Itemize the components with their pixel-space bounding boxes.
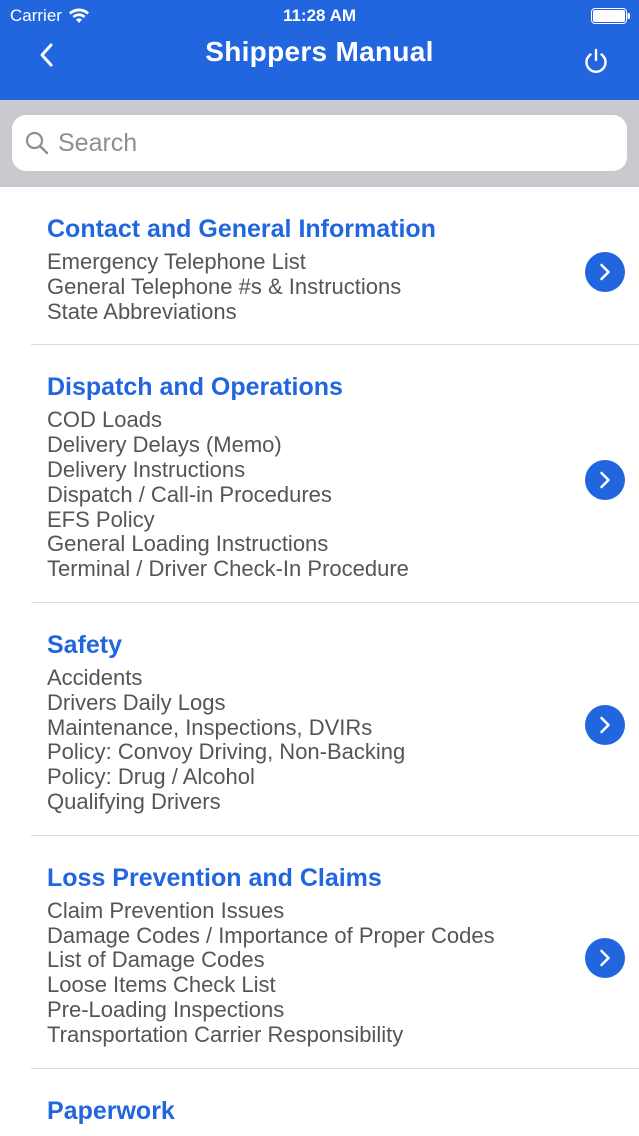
list-item: General Telephone #s & Instructions (47, 273, 402, 299)
list-item: List of Damage Codes (47, 947, 265, 973)
list-item: Loose Items Check List (47, 972, 276, 998)
list-item: Pre-Loading Inspections (47, 996, 285, 1022)
power-button[interactable] (579, 44, 613, 78)
section-contact-general-information[interactable]: Contact and General Information Emergenc… (31, 187, 639, 346)
search-input[interactable] (58, 128, 598, 158)
list-item: Transportation Carrier Responsibility (47, 1021, 404, 1047)
section-dispatch-operations[interactable]: Dispatch and Operations COD Loads Delive… (31, 345, 639, 603)
section-title: Safety (47, 630, 123, 659)
list-item: Qualifying Drivers (47, 788, 221, 814)
section-loss-prevention-claims[interactable]: Loss Prevention and Claims Claim Prevent… (31, 836, 639, 1069)
section-title: Dispatch and Operations (47, 373, 343, 402)
section-safety[interactable]: Safety Accidents Drivers Daily Logs Main… (31, 603, 639, 836)
list-item: Policy: Convoy Driving, Non-Backing (47, 739, 406, 765)
battery-icon (591, 8, 630, 24)
status-bar: Carrier 11:28 AM (0, 0, 639, 34)
list-item: Maintenance, Inspections, DVIRs (47, 714, 373, 740)
list-item: EFS Policy (47, 506, 155, 532)
list-item: Drivers Daily Logs (47, 689, 226, 715)
open-section-button[interactable] (585, 937, 625, 978)
manual-section-list: Contact and General Information Emergenc… (0, 187, 639, 1136)
list-item: Claim Prevention Issues (47, 897, 285, 923)
search-box[interactable] (12, 115, 627, 171)
section-title: Contact and General Information (47, 215, 436, 243)
list-item: COD Loads (47, 407, 162, 433)
list-item: General Loading Instructions (47, 531, 329, 557)
list-item: Damage Codes / Importance of Proper Code… (47, 922, 495, 948)
page-title: Shippers Manual (205, 36, 434, 67)
chevron-right-icon (600, 949, 610, 966)
search-bar (0, 100, 639, 187)
chevron-right-icon (600, 471, 610, 488)
section-title: Paperwork (47, 1096, 175, 1125)
open-section-button[interactable] (585, 251, 625, 292)
chevron-right-icon (600, 716, 610, 734)
section-paperwork[interactable]: Paperwork (31, 1069, 639, 1136)
list-item: State Abbreviations (47, 298, 237, 324)
list-item: Policy: Drug / Alcohol (47, 764, 255, 790)
header: Carrier 11:28 AM Shippers Manual (0, 0, 639, 100)
chevron-right-icon (600, 263, 610, 280)
open-section-button[interactable] (585, 704, 625, 745)
list-item: Terminal / Driver Check-In Procedure (47, 556, 409, 582)
status-time: 11:28 AM (282, 6, 357, 25)
search-icon (25, 131, 49, 155)
open-section-button[interactable] (585, 459, 625, 500)
list-item: Delivery Delays (Memo) (47, 432, 282, 458)
list-item: Emergency Telephone List (47, 249, 306, 274)
list-item: Dispatch / Call-in Procedures (47, 481, 332, 507)
section-title: Loss Prevention and Claims (47, 863, 382, 892)
list-item: Accidents (47, 664, 143, 690)
list-item: Delivery Instructions (47, 456, 246, 482)
power-icon (585, 48, 607, 73)
nav-bar: Shippers Manual (0, 34, 639, 100)
